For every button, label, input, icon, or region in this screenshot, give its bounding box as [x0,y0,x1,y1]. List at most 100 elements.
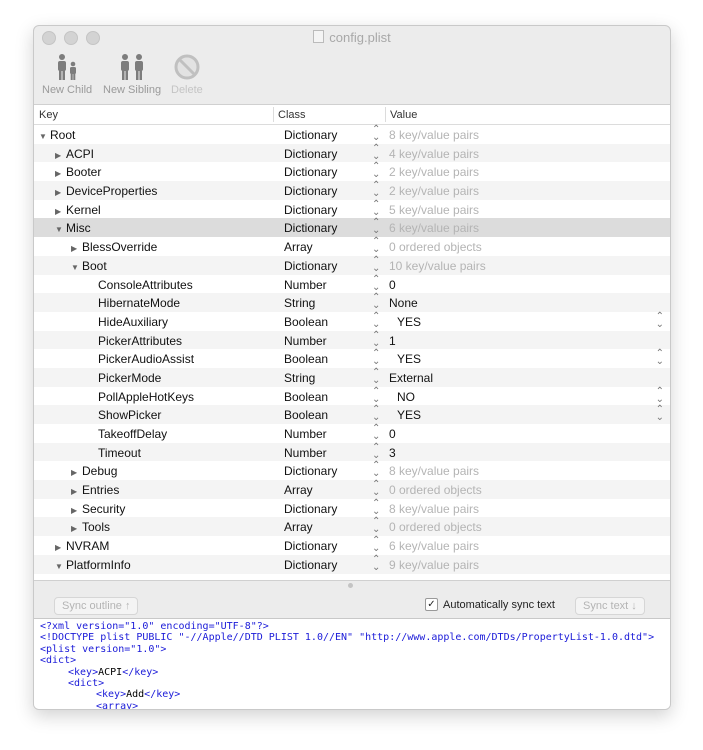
row-class[interactable]: Dictionary [284,165,337,179]
auto-sync-checkbox[interactable]: ✓ Automatically sync text [425,598,555,611]
class-stepper-icon[interactable]: ⌃ ⌄ [372,330,380,348]
value-popup-chevron-icon[interactable]: ⌃ ⌄ [656,349,664,367]
table-row[interactable]: ▶ Debug Dictionary ⌃ ⌄ 8 key/value pairs [34,461,670,480]
row-class[interactable]: Number [284,278,327,292]
row-value[interactable]: External [389,371,433,385]
row-class[interactable]: Array [284,240,313,254]
row-class[interactable]: Dictionary [284,128,337,142]
class-stepper-icon[interactable]: ⌃ ⌄ [372,480,380,498]
row-key[interactable]: Timeout [98,446,141,460]
row-class[interactable]: Boolean [284,408,328,422]
row-key[interactable]: PickerAudioAssist [98,352,194,366]
class-stepper-icon[interactable]: ⌃ ⌄ [372,125,380,143]
row-class[interactable]: Dictionary [284,539,337,553]
table-row[interactable]: ▶ DeviceProperties Dictionary ⌃ ⌄ 2 key/va… [34,181,670,200]
row-value[interactable]: 1 [389,334,396,348]
row-value[interactable]: YES [397,315,421,329]
row-class[interactable]: Dictionary [284,259,337,273]
disclosure-triangle-icon[interactable]: ▶ [55,188,66,197]
column-header-value[interactable]: Value [390,109,417,121]
row-key[interactable]: ▼ Root [39,128,75,142]
disclosure-triangle-icon[interactable]: ▶ [71,487,82,496]
class-stepper-icon[interactable]: ⌃ ⌄ [372,424,380,442]
sync-outline-button[interactable]: Sync outline ↑ [54,597,139,615]
row-key[interactable]: PollAppleHotKeys [98,390,194,404]
row-class[interactable]: Dictionary [284,464,337,478]
row-key[interactable]: ShowPicker [98,408,161,422]
class-stepper-icon[interactable]: ⌃ ⌄ [372,274,380,292]
new-sibling-button[interactable]: New Sibling [103,53,161,96]
table-row[interactable]: ▶ Security Dictionary ⌃ ⌄ 8 key/value pair… [34,498,670,518]
row-key[interactable]: HibernateMode [98,296,180,310]
new-child-button[interactable]: New Child [42,53,92,96]
row-key[interactable]: HideAuxiliary [98,315,168,329]
disclosure-triangle-icon[interactable]: ▶ [55,543,66,552]
split-divider[interactable] [34,580,670,591]
table-row[interactable]: ▶ BlessOverride Array ⌃ ⌄ 0 ordered object… [34,237,670,256]
row-value[interactable]: 3 [389,446,396,460]
row-key[interactable]: ▼ PlatformInfo [55,558,131,572]
plist-outline[interactable]: Key Class Value ▼ Root Dictionary ⌃ ⌄ 8 ke… [34,104,670,581]
checkbox-icon[interactable]: ✓ [425,598,438,611]
table-row[interactable]: ▼ Root Dictionary ⌃ ⌄ 8 key/value pairs [34,125,670,144]
table-row[interactable]: ▶ ACPI Dictionary ⌃ ⌄ 4 key/value pairs [34,143,670,163]
row-class[interactable]: Dictionary [284,184,337,198]
column-header-key[interactable]: Key [39,109,58,121]
table-row[interactable]: PickerMode String ⌃ ⌄ External [34,367,670,387]
table-row[interactable]: ▼ PlatformInfo Dictionary ⌃ ⌄ 9 key/value … [34,554,670,574]
row-key[interactable]: ▶ NVRAM [55,539,109,553]
row-class[interactable]: Boolean [284,352,328,366]
table-row[interactable]: HibernateMode String ⌃ ⌄ None [34,293,670,312]
row-class[interactable]: Dictionary [284,502,337,516]
row-class[interactable]: Boolean [284,390,328,404]
class-stepper-icon[interactable]: ⌃ ⌄ [372,367,380,385]
class-stepper-icon[interactable]: ⌃ ⌄ [372,405,380,423]
row-key[interactable]: ▶ Booter [55,165,101,179]
disclosure-triangle-icon[interactable]: ▶ [71,506,82,515]
row-key[interactable]: ▶ ACPI [55,147,94,161]
row-key[interactable]: ▶ Kernel [55,203,101,217]
row-key[interactable]: ▶ DeviceProperties [55,184,157,198]
table-row[interactable]: HideAuxiliary Boolean ⌃ ⌄ YES ⌃ ⌄ [34,311,670,331]
class-stepper-icon[interactable]: ⌃ ⌄ [372,218,380,236]
class-stepper-icon[interactable]: ⌃ ⌄ [372,349,380,367]
table-row[interactable]: ConsoleAttributes Number ⌃ ⌄ 0 [34,274,670,294]
disclosure-triangle-icon[interactable]: ▼ [39,132,50,141]
row-class[interactable]: Dictionary [284,558,337,572]
disclosure-triangle-icon[interactable]: ▼ [71,263,82,272]
row-class[interactable]: Dictionary [284,147,337,161]
row-value[interactable]: NO [397,390,415,404]
delete-button[interactable]: Delete [171,53,203,96]
class-stepper-icon[interactable]: ⌃ ⌄ [372,536,380,554]
column-header-class[interactable]: Class [278,109,306,121]
disclosure-triangle-icon[interactable]: ▶ [71,468,82,477]
class-stepper-icon[interactable]: ⌃ ⌄ [372,143,380,161]
disclosure-triangle-icon[interactable]: ▼ [55,562,66,571]
disclosure-triangle-icon[interactable]: ▶ [55,169,66,178]
row-key[interactable]: ▼ Boot [71,259,107,273]
table-row[interactable]: ▼ Misc Dictionary ⌃ ⌄ 6 key/value pairs [34,218,670,238]
table-row[interactable]: PollAppleHotKeys Boolean ⌃ ⌄ NO ⌃ ⌄ [34,386,670,406]
row-key[interactable]: ▶ BlessOverride [71,240,157,254]
class-stepper-icon[interactable]: ⌃ ⌄ [372,554,380,572]
class-stepper-icon[interactable]: ⌃ ⌄ [372,255,380,273]
row-class[interactable]: String [284,296,315,310]
row-class[interactable]: String [284,371,315,385]
table-row[interactable]: TakeoffDelay Number ⌃ ⌄ 0 [34,424,670,443]
row-key[interactable]: ▶ Tools [71,520,110,534]
table-row[interactable]: Timeout Number ⌃ ⌄ 3 [34,442,670,462]
row-class[interactable]: Number [284,446,327,460]
disclosure-triangle-icon[interactable]: ▶ [71,244,82,253]
class-stepper-icon[interactable]: ⌃ ⌄ [372,386,380,404]
class-stepper-icon[interactable]: ⌃ ⌄ [372,237,380,255]
divider-handle[interactable] [348,583,353,588]
row-value[interactable]: 0 [389,427,396,441]
table-row[interactable]: ▶ Kernel Dictionary ⌃ ⌄ 5 key/value pairs [34,199,670,219]
sync-text-button[interactable]: Sync text ↓ [575,597,645,615]
value-popup-chevron-icon[interactable]: ⌃ ⌄ [656,405,664,423]
row-value[interactable]: 0 [389,278,396,292]
row-key[interactable]: ▼ Misc [55,221,91,235]
row-key[interactable]: ConsoleAttributes [98,278,193,292]
row-class[interactable]: Number [284,427,327,441]
row-value[interactable]: YES [397,352,421,366]
